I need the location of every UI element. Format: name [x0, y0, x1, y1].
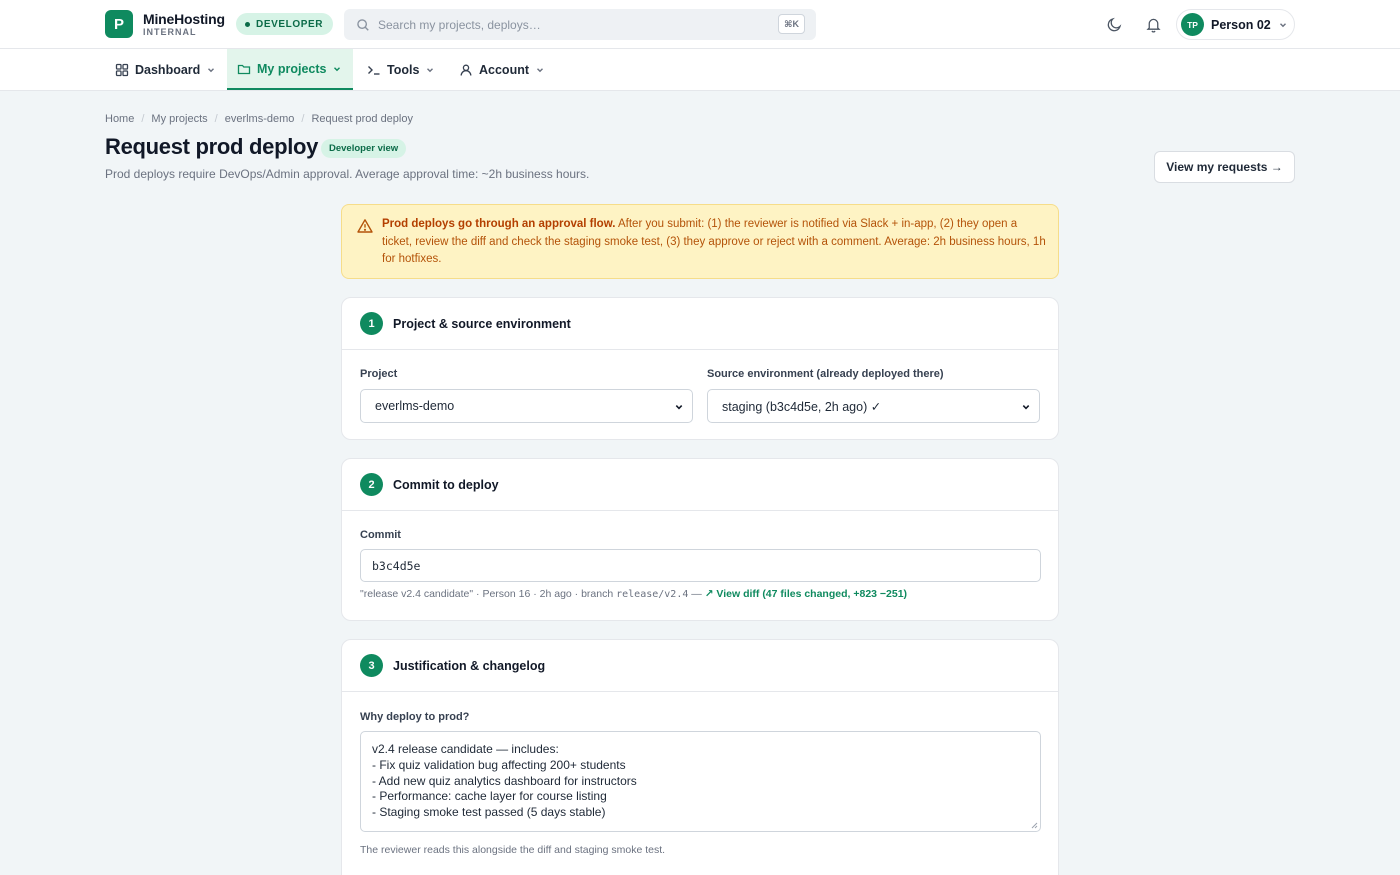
breadcrumb-separator: / — [141, 113, 145, 125]
justification-label: Why deploy to prod? — [360, 711, 470, 723]
project-label: Project — [360, 368, 398, 380]
justification-hint: The reviewer reads this alongside the di… — [360, 844, 666, 856]
theme-toggle-button[interactable] — [1103, 13, 1125, 35]
chevron-down-icon — [427, 67, 434, 72]
user-icon — [460, 64, 472, 76]
search-shortcut: ⌘K — [778, 14, 805, 34]
nav-label-account: Account — [479, 62, 529, 77]
top-bar: P MineHosting INTERNAL DEVELOPER Search … — [0, 0, 1400, 49]
moon-icon — [1107, 17, 1121, 31]
step-1-header: 1 Project & source environment — [342, 298, 1058, 350]
source-environment-select[interactable]: staging (b3c4d5e, 2h ago) ✓ — [707, 389, 1040, 423]
resize-handle-icon[interactable] — [1030, 821, 1038, 829]
step-1-card: 1 Project & source environment Project e… — [341, 297, 1059, 440]
avatar: TP — [1181, 13, 1204, 36]
step-number: 2 — [360, 473, 383, 496]
textarea-line: - Performance: cache layer for course li… — [372, 789, 607, 804]
user-name: Person 02 — [1211, 17, 1271, 32]
step-2-header: 2 Commit to deploy — [342, 459, 1058, 511]
nav-label-my-projects: My projects — [257, 61, 327, 76]
breadcrumb-home[interactable]: Home — [105, 113, 134, 125]
step-2-title: Commit to deploy — [393, 477, 499, 492]
breadcrumb-project[interactable]: everlms-demo — [225, 113, 295, 125]
grid-icon — [115, 63, 129, 76]
bell-icon — [1145, 18, 1161, 33]
project-select[interactable]: everlms-demo — [360, 389, 693, 423]
breadcrumb-my-projects[interactable]: My projects — [151, 113, 207, 125]
nav-label-tools: Tools — [387, 62, 420, 77]
page-title: Request prod deploy — [105, 134, 319, 159]
source-environment-label: Source environment (already deployed the… — [707, 368, 944, 380]
textarea-line: - Staging smoke test passed (5 days stab… — [372, 805, 606, 820]
step-number: 3 — [360, 654, 383, 677]
textarea-line: - Fix quiz validation bug affecting 200+… — [372, 757, 626, 772]
search-icon — [357, 18, 369, 31]
page-subtitle: Prod deploys require DevOps/Admin approv… — [105, 167, 590, 181]
view-diff-link[interactable]: ↗ View diff (47 files changed, +823 −251… — [705, 588, 907, 600]
breadcrumb-separator: / — [301, 113, 305, 125]
justification-textarea[interactable]: v2.4 release candidate — includes: - Fix… — [360, 731, 1041, 832]
notifications-button[interactable] — [1142, 13, 1164, 35]
step-number: 1 — [360, 312, 383, 335]
chevron-down-icon — [1022, 405, 1030, 410]
brand-subtitle: INTERNAL — [143, 27, 197, 37]
breadcrumb-separator: / — [214, 113, 218, 125]
commit-meta-text: "release v2.4 candidate" · Person 16 · 2… — [360, 588, 617, 600]
alert-bold: Prod deploys go through an approval flow… — [382, 218, 616, 230]
breadcrumb-current: Request prod deploy — [311, 113, 413, 125]
user-menu-button[interactable]: TP Person 02 — [1176, 9, 1295, 40]
commit-meta: "release v2.4 candidate" · Person 16 · 2… — [360, 588, 907, 600]
status-dot-icon — [245, 21, 250, 27]
environment-badge-label: DEVELOPER — [256, 18, 324, 30]
commit-meta-separator: — — [688, 588, 705, 600]
environment-badge: DEVELOPER — [236, 13, 334, 35]
nav-item-tools[interactable]: Tools — [357, 49, 445, 90]
nav-item-dashboard[interactable]: Dashboard — [105, 49, 226, 90]
chevron-down-icon — [675, 405, 683, 410]
approval-flow-alert: Prod deploys go through an approval flow… — [341, 204, 1059, 279]
step-1-title: Project & source environment — [393, 316, 571, 331]
app-logo[interactable]: P — [105, 10, 133, 38]
step-3-card: 3 Justification & changelog Why deploy t… — [341, 639, 1059, 875]
project-select-value: everlms-demo — [375, 399, 455, 413]
terminal-icon — [368, 65, 380, 75]
textarea-line: - Add new quiz analytics dashboard for i… — [372, 773, 637, 788]
commit-branch: release/v2.4 — [616, 589, 689, 600]
chevron-down-icon — [208, 67, 215, 72]
nav-label-dashboard: Dashboard — [135, 62, 201, 77]
search-placeholder: Search my projects, deploys… — [378, 17, 541, 32]
brand-name: MineHosting — [143, 11, 225, 27]
step-3-title: Justification & changelog — [393, 658, 546, 673]
developer-view-badge: Developer view — [321, 139, 407, 158]
alert-text: Prod deploys go through an approval flow… — [382, 216, 1048, 269]
commit-input-value: b3c4d5e — [372, 558, 421, 573]
search-input[interactable]: Search my projects, deploys… ⌘K — [344, 9, 816, 40]
source-environment-value: staging (b3c4d5e, 2h ago) ✓ — [722, 399, 882, 414]
chevron-down-icon — [537, 67, 543, 72]
chevron-down-icon — [334, 66, 341, 71]
view-my-requests-button[interactable]: View my requests → — [1154, 151, 1295, 183]
breadcrumb: Home / My projects / everlms-demo / Requ… — [105, 113, 413, 125]
folder-icon — [237, 64, 251, 74]
logo-letter: P — [113, 15, 124, 33]
step-3-header: 3 Justification & changelog — [342, 640, 1058, 692]
chevron-down-icon — [1279, 22, 1286, 27]
main-nav: Dashboard My projects Tools Account — [0, 49, 1400, 91]
step-2-card: 2 Commit to deploy Commit b3c4d5e "relea… — [341, 458, 1059, 621]
nav-item-my-projects[interactable]: My projects — [227, 49, 353, 90]
commit-label: Commit — [360, 529, 401, 541]
commit-input[interactable]: b3c4d5e — [360, 549, 1041, 582]
nav-item-account[interactable]: Account — [449, 49, 555, 90]
textarea-line: v2.4 release candidate — includes: — [372, 742, 559, 756]
warning-icon — [357, 219, 373, 233]
